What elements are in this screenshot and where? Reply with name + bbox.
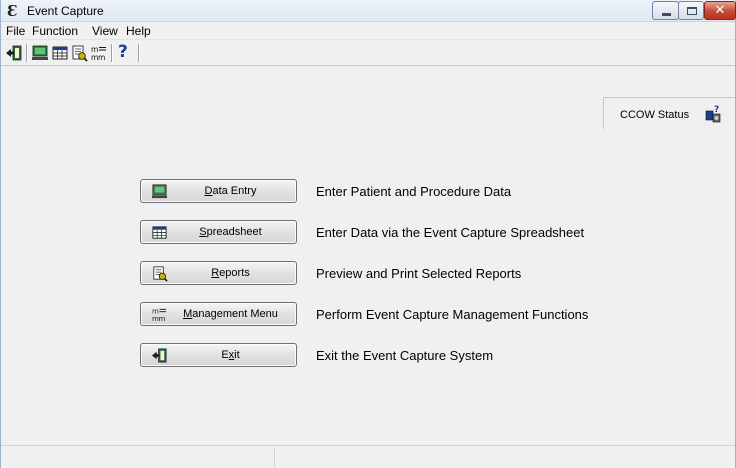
spreadsheet-button[interactable]: Spreadsheet xyxy=(140,220,297,244)
spreadsheet-button-label: Spreadsheet xyxy=(171,226,290,238)
close-button[interactable]: ✕ xyxy=(704,1,736,20)
label-rest: ata Entry xyxy=(212,185,257,197)
menu-bar: File Function View Help xyxy=(1,22,735,40)
ccow-status-label: CCOW Status xyxy=(620,109,690,121)
reports-description: Preview and Print Selected Reports xyxy=(316,266,522,281)
exit-door-icon xyxy=(151,348,167,363)
menu-function[interactable]: Function xyxy=(32,24,78,38)
spreadsheet-description: Enter Data via the Event Capture Spreads… xyxy=(316,225,585,240)
ccow-status-panel: CCOW Status ? xyxy=(603,97,735,129)
toolbar-separator xyxy=(138,44,140,62)
spreadsheet-icon[interactable] xyxy=(51,44,69,62)
maximize-icon xyxy=(687,7,697,15)
data-entry-icon[interactable] xyxy=(31,44,49,62)
window-title: Event Capture xyxy=(27,4,104,18)
data-entry-icon xyxy=(151,184,168,199)
exit-button-label: Exit xyxy=(171,349,290,361)
main-panel: CCOW Status ? Data Entry Enter Patient a… xyxy=(1,67,735,444)
reports-button-label: Reports xyxy=(171,267,290,279)
toolbar-separator xyxy=(26,44,28,62)
status-pane-2 xyxy=(275,448,735,467)
close-icon: ✕ xyxy=(714,3,726,18)
svg-text:m: m xyxy=(159,314,166,323)
spreadsheet-icon xyxy=(152,226,167,239)
toolbar-separator xyxy=(111,44,113,62)
svg-text:m: m xyxy=(98,53,105,62)
exit-description: Exit the Event Capture System xyxy=(316,348,494,363)
exit-door-icon[interactable] xyxy=(5,44,23,62)
label-pre: E xyxy=(221,349,229,361)
title-bar[interactable]: Ɛ Event Capture ✕ xyxy=(1,0,736,22)
svg-text:?: ? xyxy=(714,105,719,115)
label-rest: anagement Menu xyxy=(192,308,278,320)
toolbar: m m m ? xyxy=(1,40,735,66)
management-menu-icon[interactable]: m m m xyxy=(90,44,108,62)
label-rest: eports xyxy=(219,267,250,279)
management-menu-button[interactable]: m m m Management Menu xyxy=(140,302,297,326)
data-entry-button-label: Data Entry xyxy=(171,185,290,197)
management-menu-icon: m m m xyxy=(152,307,167,323)
menu-view[interactable]: View xyxy=(92,24,118,38)
minimize-button[interactable] xyxy=(652,1,679,20)
minimize-icon xyxy=(662,13,671,16)
accelerator-key: M xyxy=(183,308,193,320)
reports-icon xyxy=(153,266,168,282)
help-icon[interactable]: ? xyxy=(118,42,136,62)
maximize-button[interactable] xyxy=(678,1,704,20)
status-pane-1 xyxy=(1,448,275,467)
reports-button[interactable]: Reports xyxy=(140,261,297,285)
ccow-status-icon[interactable]: ? xyxy=(704,104,724,124)
data-entry-description: Enter Patient and Procedure Data xyxy=(316,184,512,199)
label-rest: it xyxy=(234,349,240,361)
app-icon: Ɛ xyxy=(7,2,18,20)
reports-icon[interactable] xyxy=(70,44,88,62)
event-capture-window: Ɛ Event Capture ✕ File Function View Hel… xyxy=(0,0,736,468)
label-rest: preadsheet xyxy=(206,226,262,238)
management-menu-description: Perform Event Capture Management Functio… xyxy=(316,307,589,322)
data-entry-button[interactable]: Data Entry xyxy=(140,179,297,203)
management-menu-button-label: Management Menu xyxy=(171,308,290,320)
status-bar xyxy=(1,445,735,468)
menu-file[interactable]: File xyxy=(6,24,25,38)
accelerator-key: S xyxy=(199,226,207,238)
exit-button[interactable]: Exit xyxy=(140,343,297,367)
menu-help[interactable]: Help xyxy=(126,24,151,38)
accelerator-key: R xyxy=(211,267,220,279)
